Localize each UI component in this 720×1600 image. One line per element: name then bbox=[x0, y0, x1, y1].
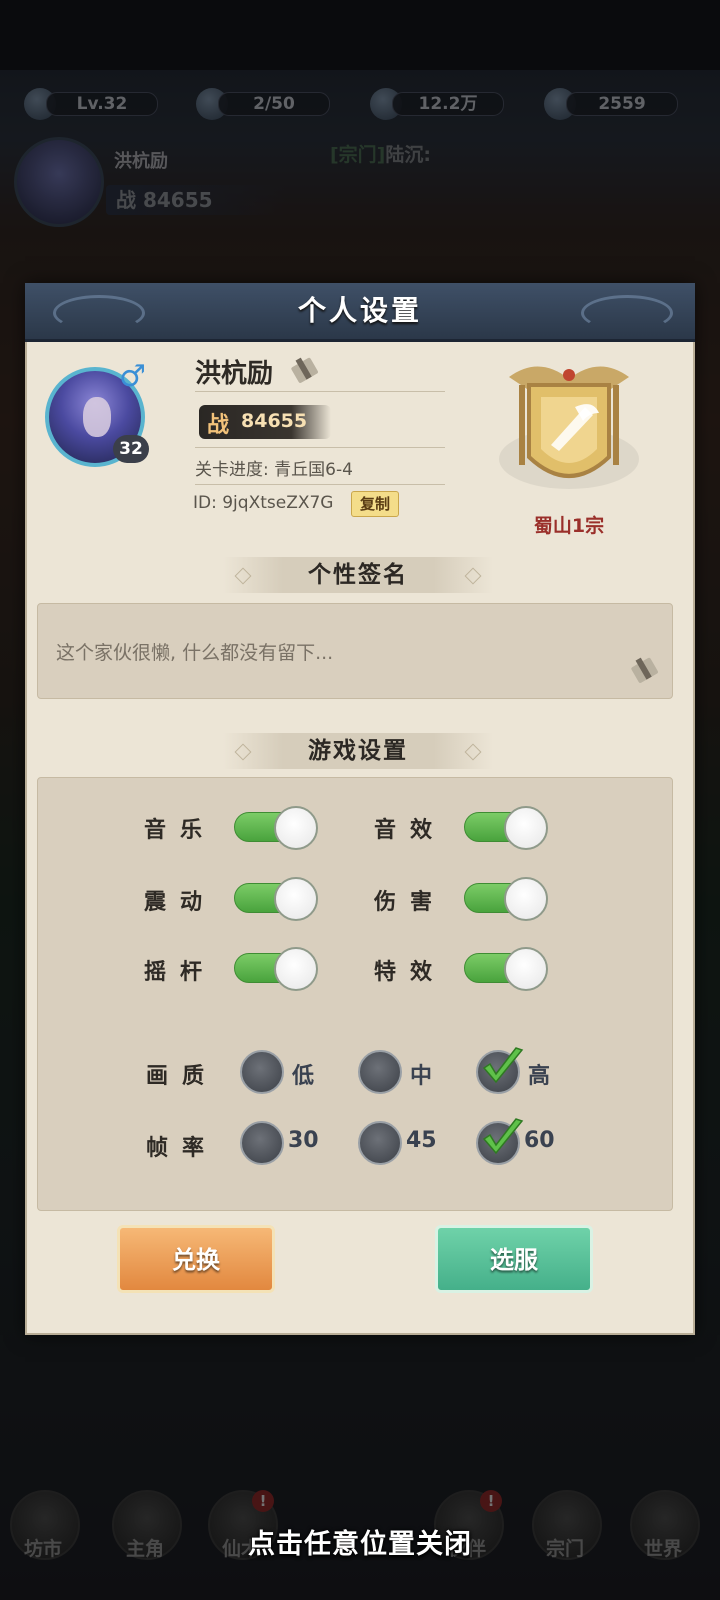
stage-progress: 关卡进度: 青丘国6-4 bbox=[195, 455, 353, 480]
dialog-header: 个人设置 bbox=[25, 283, 695, 342]
music-toggle[interactable] bbox=[234, 806, 320, 850]
personal-settings-dialog: 个人设置 ♂ 32 洪杭励 战 84655 关卡进度: 青丘国6-4 ID: 9… bbox=[25, 283, 695, 1335]
divider bbox=[195, 484, 445, 485]
joystick-label: 摇杆 bbox=[144, 960, 217, 985]
quality-low-radio[interactable] bbox=[240, 1050, 284, 1094]
vibration-label: 震动 bbox=[144, 890, 217, 915]
male-icon: ♂ bbox=[119, 359, 146, 394]
toggle-knob bbox=[274, 877, 318, 921]
game-settings-panel: 音乐 音效 震动 伤害 摇杆 特效 画质 低 中 高 帧率 30 45 60 bbox=[37, 777, 673, 1211]
quality-label: 画质 bbox=[146, 1064, 219, 1089]
stage-progress-value: 青丘国6-4 bbox=[274, 460, 353, 480]
sound-effects-toggle[interactable] bbox=[464, 806, 550, 850]
player-id: ID: 9jqXtseZX7G bbox=[193, 493, 334, 513]
sound-effects-label: 音效 bbox=[374, 818, 447, 843]
framerate-45-radio[interactable] bbox=[358, 1121, 402, 1165]
damage-toggle[interactable] bbox=[464, 877, 550, 921]
quality-medium-label: 中 bbox=[410, 1064, 433, 1089]
signature-section-title: 个性签名 bbox=[223, 557, 493, 593]
stage-progress-label: 关卡进度: bbox=[195, 460, 269, 480]
framerate-45-label: 45 bbox=[406, 1128, 437, 1153]
effects-label: 特效 bbox=[374, 960, 447, 985]
toggle-knob bbox=[504, 877, 548, 921]
divider bbox=[195, 391, 445, 392]
quality-high-label: 高 bbox=[528, 1064, 551, 1089]
vibration-toggle[interactable] bbox=[234, 877, 320, 921]
framerate-60-label: 60 bbox=[524, 1128, 555, 1153]
music-label: 音乐 bbox=[144, 818, 217, 843]
close-hint: 点击任意位置关闭 bbox=[248, 1529, 472, 1560]
framerate-label: 帧率 bbox=[146, 1136, 219, 1161]
framerate-60-radio[interactable] bbox=[476, 1118, 524, 1165]
level-badge: 32 bbox=[113, 435, 149, 463]
sect-emblem-icon[interactable] bbox=[489, 349, 649, 509]
effects-toggle[interactable] bbox=[464, 947, 550, 991]
signature-box: 这个家伙很懒, 什么都没有留下... bbox=[37, 603, 673, 699]
avatar-portrait bbox=[83, 397, 111, 437]
copy-id-button[interactable]: 复制 bbox=[351, 491, 399, 517]
game-settings-section-title: 游戏设置 bbox=[223, 733, 493, 769]
divider bbox=[195, 447, 445, 448]
checkmark-icon bbox=[482, 1047, 524, 1084]
checkmark-icon bbox=[482, 1118, 524, 1155]
player-name: 洪杭励 bbox=[195, 359, 274, 389]
framerate-30-label: 30 bbox=[288, 1128, 319, 1153]
power-value: 84655 bbox=[241, 410, 308, 432]
signature-text: 这个家伙很懒, 什么都没有留下... bbox=[56, 642, 334, 664]
joystick-toggle[interactable] bbox=[234, 947, 320, 991]
damage-label: 伤害 bbox=[374, 890, 447, 915]
quality-medium-radio[interactable] bbox=[358, 1050, 402, 1094]
toggle-knob bbox=[504, 947, 548, 991]
framerate-30-radio[interactable] bbox=[240, 1121, 284, 1165]
toggle-knob bbox=[504, 806, 548, 850]
quality-low-label: 低 bbox=[292, 1064, 315, 1089]
edit-name-icon[interactable] bbox=[289, 353, 321, 385]
toggle-knob bbox=[274, 947, 318, 991]
exchange-button[interactable]: 兑换 bbox=[117, 1225, 275, 1293]
quality-high-radio[interactable] bbox=[476, 1047, 524, 1094]
power-label: 战 bbox=[207, 413, 230, 438]
sect-name: 蜀山1宗 bbox=[533, 515, 605, 537]
dialog-title: 个人设置 bbox=[297, 294, 422, 327]
power-box: 战 84655 bbox=[199, 405, 331, 439]
toggle-knob bbox=[274, 806, 318, 850]
select-server-button[interactable]: 选服 bbox=[435, 1225, 593, 1293]
edit-signature-icon[interactable] bbox=[629, 653, 661, 685]
